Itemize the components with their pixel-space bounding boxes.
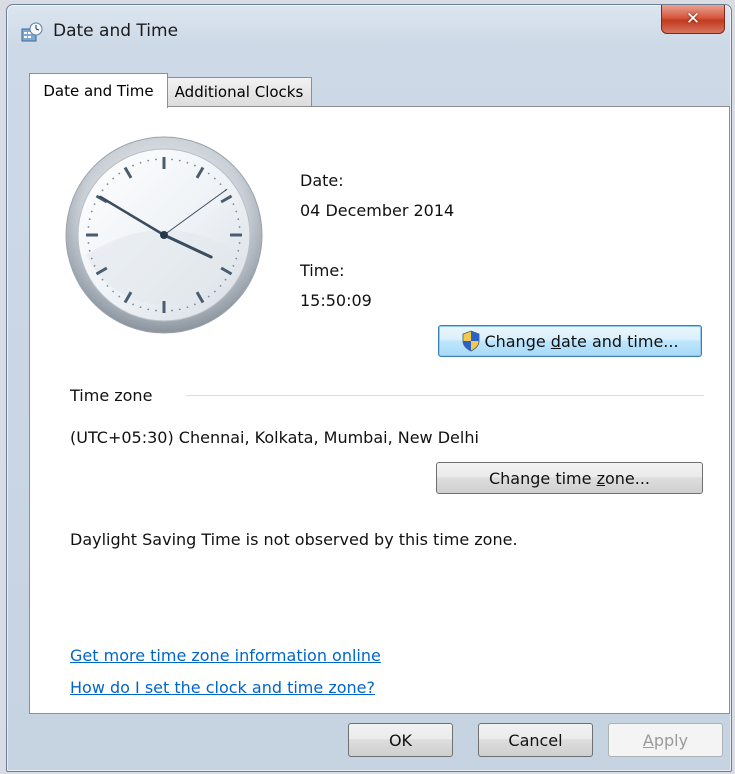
dst-note: Daylight Saving Time is not observed by … (70, 530, 518, 549)
button-label: Change date and time... (484, 331, 679, 351)
clock-minute-dot (147, 159, 150, 162)
clock-minute-dot (207, 172, 210, 175)
clock-minute-dot (171, 158, 173, 161)
ok-button[interactable]: OK (348, 723, 453, 757)
uac-shield-icon (463, 330, 480, 352)
how-to-set-clock-link[interactable]: How do I set the clock and time zone? (70, 678, 375, 697)
clock-minute-dot (237, 249, 240, 252)
clock-minute-dot (238, 226, 241, 228)
clock-minute-dot (88, 249, 91, 252)
clock-minute-dot (139, 161, 142, 164)
change-date-and-time-button[interactable]: Change date and time... (438, 325, 702, 357)
button-label: Cancel (508, 730, 563, 750)
clock-minute-dot (213, 290, 216, 293)
clock-minute-dot (232, 265, 235, 267)
window-title: Date and Time (53, 21, 179, 41)
time-zone-value: (UTC+05:30) Chennai, Kolkata, Mumbai, Ne… (70, 428, 479, 447)
clock-minute-dot (219, 284, 222, 287)
clock-minute-dot (87, 242, 90, 244)
clock-minute-dot (186, 161, 189, 164)
time-value: 15:50:09 (300, 291, 372, 310)
clock-minute-dot (235, 210, 238, 213)
clock-minute-dot (118, 172, 121, 175)
close-icon: ✕ (685, 9, 701, 29)
date-time-dialog: Date and Time ✕ Date and Time Additional… (6, 4, 732, 772)
clock-minute-dot (224, 278, 227, 281)
close-button[interactable]: ✕ (661, 5, 725, 34)
date-value: 04 December 2014 (300, 201, 455, 220)
clock-minute-dot (112, 177, 115, 180)
tab-panel: Date: 04 December 2014 Time: 15:50:09 Ch… (29, 106, 730, 714)
clock-minute-dot (106, 183, 109, 186)
clock-minute-dot (194, 164, 196, 167)
tab-date-and-time[interactable]: Date and Time (29, 73, 168, 108)
apply-button[interactable]: Apply (608, 723, 723, 757)
clock-minute-dot (101, 189, 104, 192)
clock-minute-dot (186, 306, 189, 309)
section-divider (186, 395, 704, 396)
clock-minute-dot (132, 303, 134, 306)
button-label: OK (388, 730, 413, 750)
clock-minute-dot (155, 309, 157, 312)
clock-minute-dot (87, 226, 90, 228)
title-bar[interactable]: Date and Time ✕ (7, 5, 731, 57)
clock-minute-dot (155, 158, 157, 161)
clock-minute-dot (178, 159, 181, 162)
clock-minute-dot (90, 210, 93, 213)
clock-minute-dot (235, 257, 238, 260)
date-label: Date: (300, 171, 344, 190)
clock-minute-dot (194, 303, 196, 306)
clock-minute-dot (232, 203, 235, 205)
clock-minute-dot (178, 308, 181, 311)
change-time-zone-button[interactable]: Change time zone... (436, 462, 703, 494)
clock-minute-dot (219, 183, 222, 186)
clock-minute-dot (147, 308, 150, 311)
clock-minute-dot (93, 265, 96, 267)
analog-clock (65, 136, 263, 334)
time-zone-section-label: Time zone (70, 386, 153, 405)
date-time-app-icon (21, 22, 43, 42)
clock-minute-dot (118, 295, 121, 298)
tab-additional-clocks[interactable]: Additional Clocks (166, 77, 312, 106)
button-label: Apply (642, 730, 689, 750)
tab-label: Date and Time (43, 82, 154, 100)
clock-minute-dot (112, 290, 115, 293)
clock-minute-dot (207, 295, 210, 298)
clock-minute-dot (238, 242, 241, 244)
more-time-zone-info-link[interactable]: Get more time zone information online (70, 646, 381, 665)
clock-minute-dot (90, 257, 93, 260)
clock-minute-dot (132, 164, 134, 167)
clock-minute-dot (139, 306, 142, 309)
clock-minute-dot (101, 278, 104, 281)
time-label: Time: (300, 261, 345, 280)
tab-label: Additional Clocks (174, 83, 304, 101)
cancel-button[interactable]: Cancel (478, 723, 593, 757)
clock-minute-dot (93, 203, 96, 205)
clock-minute-dot (213, 177, 216, 180)
clock-minute-dot (88, 218, 91, 221)
button-label: Change time zone... (488, 468, 650, 488)
clock-minute-dot (237, 218, 240, 221)
clock-minute-dot (171, 309, 173, 312)
clock-minute-dot (106, 284, 109, 287)
